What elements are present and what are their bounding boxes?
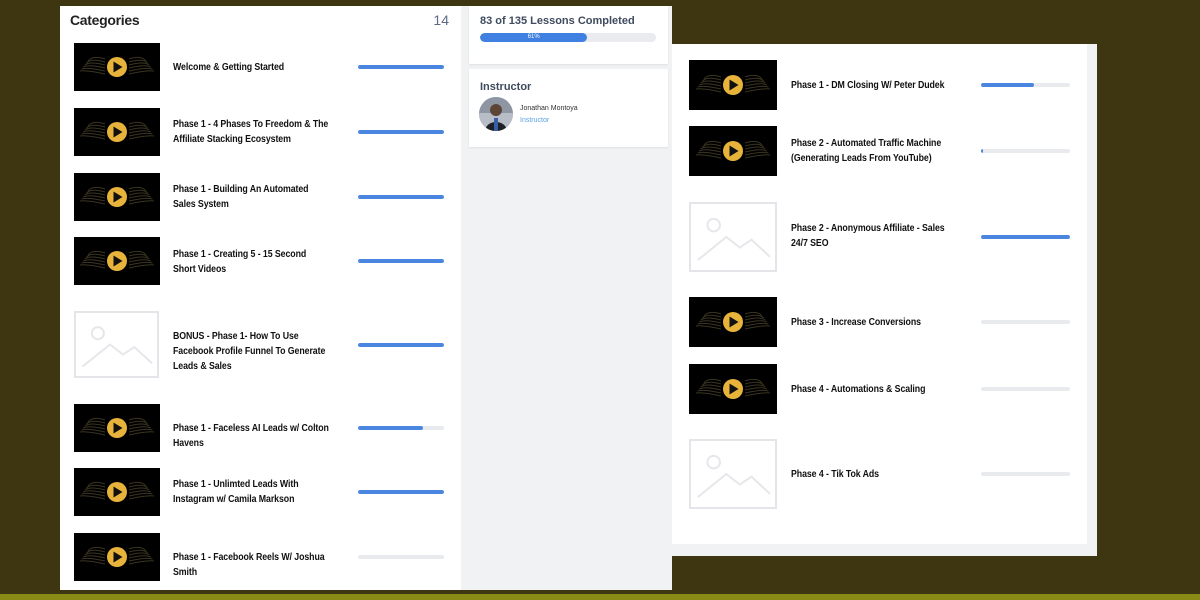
lesson-progress-fill <box>358 426 423 430</box>
lesson-title[interactable]: Phase 2 - Automated Traffic Machine (Gen… <box>791 136 958 166</box>
avatar-photo-icon <box>479 97 513 131</box>
course-progress-card: 83 of 135 Lessons Completed 61% <box>469 6 668 64</box>
image-placeholder-icon <box>697 217 771 261</box>
lesson-thumbnail[interactable] <box>74 43 160 91</box>
lesson-title[interactable]: Welcome & Getting Started <box>173 60 340 75</box>
lesson-thumbnail[interactable] <box>689 60 777 110</box>
lesson-row[interactable]: Phase 1 - Faceless AI Leads w/ Colton Ha… <box>60 404 461 452</box>
play-icon <box>74 404 160 452</box>
lesson-progress-fill <box>358 343 444 347</box>
lesson-row[interactable]: Phase 4 - Tik Tok Ads <box>672 439 1087 509</box>
instructor-role: Instructor <box>520 117 550 124</box>
lesson-title[interactable]: Phase 1 - DM Closing W/ Peter Dudek <box>791 78 958 93</box>
play-icon <box>74 468 160 516</box>
lessons-completed-text: 83 of 135 Lessons Completed <box>480 15 635 27</box>
lesson-row[interactable]: Phase 3 - Increase Conversions <box>672 297 1087 347</box>
lesson-title[interactable]: BONUS - Phase 1- How To Use Facebook Pro… <box>173 329 340 374</box>
lesson-title[interactable]: Phase 1 - Building An Automated Sales Sy… <box>173 182 323 212</box>
lesson-progress-bar <box>981 235 1070 239</box>
lesson-row[interactable]: Phase 1 - Creating 5 - 15 Second Short V… <box>60 237 461 285</box>
lesson-progress-fill <box>981 83 1035 87</box>
lesson-progress-bar <box>981 149 1070 153</box>
lesson-row[interactable]: Phase 1 - 4 Phases To Freedom & The Affi… <box>60 108 461 156</box>
lesson-thumbnail[interactable] <box>74 468 160 516</box>
instructor-card: Instructor Jonathan Montoya Instructor <box>469 69 668 147</box>
categories-title: Categories <box>70 12 140 28</box>
play-icon <box>74 43 160 91</box>
lesson-row[interactable]: Phase 2 - Automated Traffic Machine (Gen… <box>672 126 1087 176</box>
lesson-thumbnail[interactable] <box>74 533 160 581</box>
lesson-thumbnail[interactable] <box>689 364 777 414</box>
page-bottom-strip <box>0 594 1200 600</box>
lesson-progress-bar <box>358 343 444 347</box>
lesson-progress-fill <box>358 490 444 494</box>
lesson-row[interactable]: Phase 1 - Building An Automated Sales Sy… <box>60 173 461 221</box>
lesson-progress-fill <box>358 195 444 199</box>
lesson-progress-bar <box>358 259 444 263</box>
course-progress-percent: 61% <box>527 34 540 40</box>
lesson-row[interactable]: Phase 1 - Unlimted Leads With Instagram … <box>60 468 461 516</box>
play-icon <box>74 533 160 581</box>
lesson-thumbnail[interactable] <box>74 108 160 156</box>
lesson-thumbnail[interactable] <box>689 126 777 176</box>
lesson-progress-bar <box>358 555 444 559</box>
avatar[interactable] <box>479 97 513 131</box>
lesson-row[interactable]: Phase 4 - Automations & Scaling <box>672 364 1087 414</box>
lesson-title[interactable]: Phase 3 - Increase Conversions <box>791 315 958 330</box>
lesson-title[interactable]: Phase 1 - 4 Phases To Freedom & The Affi… <box>173 117 349 147</box>
play-icon <box>689 364 777 414</box>
lesson-title[interactable]: Phase 1 - Creating 5 - 15 Second Short V… <box>173 247 323 277</box>
instructor-heading: Instructor <box>480 81 532 93</box>
lesson-row[interactable]: Welcome & Getting Started <box>60 43 461 91</box>
play-icon <box>74 108 160 156</box>
lesson-progress-fill <box>358 65 444 69</box>
lesson-title[interactable]: Phase 4 - Tik Tok Ads <box>791 467 958 482</box>
categories-header: Categories 14 <box>70 12 449 34</box>
lesson-title[interactable]: Phase 1 - Unlimted Leads With Instagram … <box>173 477 340 507</box>
lesson-row[interactable]: BONUS - Phase 1- How To Use Facebook Pro… <box>60 310 461 378</box>
lesson-row[interactable]: Phase 2 - Anonymous Affiliate - Sales 24… <box>672 202 1087 272</box>
instructor-name[interactable]: Jonathan Montoya <box>520 105 578 112</box>
play-icon <box>74 173 160 221</box>
lesson-progress-fill <box>981 235 1070 239</box>
image-placeholder-icon <box>697 454 771 498</box>
lesson-progress-bar <box>358 490 444 494</box>
play-icon <box>689 60 777 110</box>
lesson-progress-fill <box>981 149 983 153</box>
lesson-row[interactable]: Phase 1 - Facebook Reels W/ Joshua Smith <box>60 533 461 581</box>
image-placeholder-icon <box>81 326 153 368</box>
lesson-progress-bar <box>981 83 1070 87</box>
lesson-list-panel: Phase 1 - DM Closing W/ Peter Dudek Phas… <box>672 44 1097 556</box>
lesson-row[interactable]: Phase 1 - DM Closing W/ Peter Dudek <box>672 60 1087 110</box>
categories-card: Categories 14 Welcome & Getting Started … <box>60 6 461 590</box>
lesson-progress-bar <box>358 130 444 134</box>
lesson-title[interactable]: Phase 1 - Faceless AI Leads w/ Colton Ha… <box>173 421 349 451</box>
lesson-thumbnail[interactable] <box>74 404 160 452</box>
lesson-title[interactable]: Phase 1 - Facebook Reels W/ Joshua Smith <box>173 550 349 580</box>
lesson-thumbnail[interactable] <box>74 173 160 221</box>
categories-count: 14 <box>433 12 449 28</box>
lesson-thumbnail-placeholder[interactable] <box>689 202 777 272</box>
lesson-thumbnail[interactable] <box>689 297 777 347</box>
lesson-progress-bar <box>358 426 444 430</box>
lesson-thumbnail[interactable] <box>74 237 160 285</box>
course-progress-bar: 61% <box>480 33 656 42</box>
lesson-thumbnail-placeholder[interactable] <box>689 439 777 509</box>
lesson-title[interactable]: Phase 4 - Automations & Scaling <box>791 382 958 397</box>
lesson-title[interactable]: Phase 2 - Anonymous Affiliate - Sales 24… <box>791 221 949 251</box>
lesson-progress-bar <box>981 472 1070 476</box>
play-icon <box>689 126 777 176</box>
lesson-progress-bar <box>981 387 1070 391</box>
lesson-progress-bar <box>981 320 1070 324</box>
play-icon <box>689 297 777 347</box>
lesson-progress-fill <box>358 130 444 134</box>
play-icon <box>74 237 160 285</box>
lesson-progress-bar <box>358 65 444 69</box>
lesson-progress-fill <box>358 259 444 263</box>
lesson-thumbnail-placeholder[interactable] <box>74 311 159 378</box>
lesson-progress-bar <box>358 195 444 199</box>
lesson-list-card: Phase 1 - DM Closing W/ Peter Dudek Phas… <box>672 44 1087 544</box>
course-overview-panel: Categories 14 Welcome & Getting Started … <box>60 6 672 590</box>
